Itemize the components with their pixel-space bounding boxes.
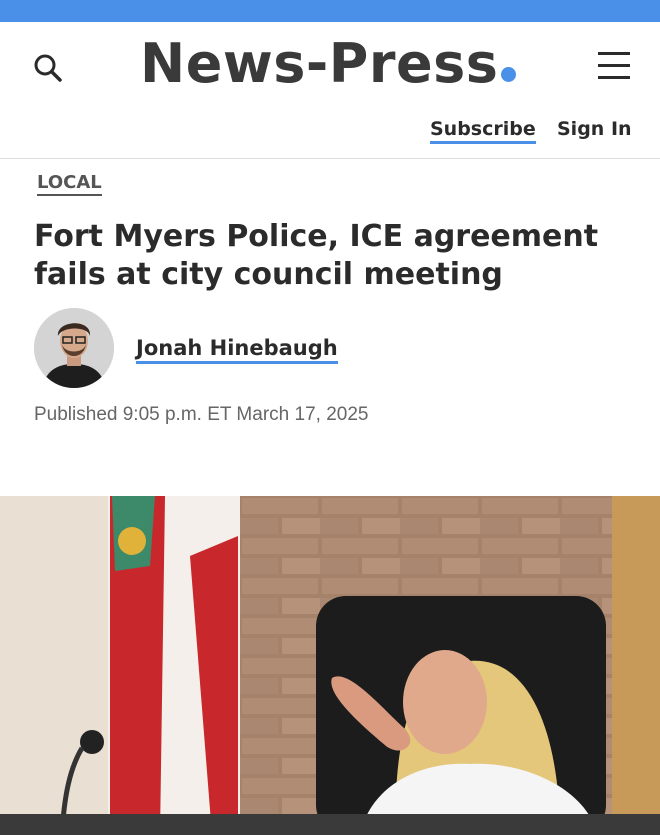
search-icon [34, 54, 62, 82]
article-lead-photo[interactable] [0, 496, 660, 835]
author-name-link[interactable]: Jonah Hinebaugh [136, 336, 338, 364]
author-avatar[interactable] [34, 308, 114, 388]
section-label[interactable]: LOCAL [37, 172, 102, 196]
top-accent-bar [0, 0, 660, 22]
published-timestamp: Published 9:05 p.m. ET March 17, 2025 [34, 404, 369, 425]
site-header: News-Press Subscribe Sign In [0, 22, 660, 159]
article-headline: Fort Myers Police, ICE agreement fails a… [34, 219, 599, 292]
hamburger-menu-icon [594, 52, 634, 79]
sign-in-link[interactable]: Sign In [557, 118, 632, 140]
menu-button[interactable] [594, 52, 634, 82]
subscribe-link[interactable]: Subscribe [430, 118, 536, 144]
site-logo[interactable]: News-Press [140, 32, 517, 95]
logo-text: News-Press [140, 32, 499, 95]
logo-dot [501, 67, 517, 82]
search-button[interactable] [30, 50, 66, 86]
